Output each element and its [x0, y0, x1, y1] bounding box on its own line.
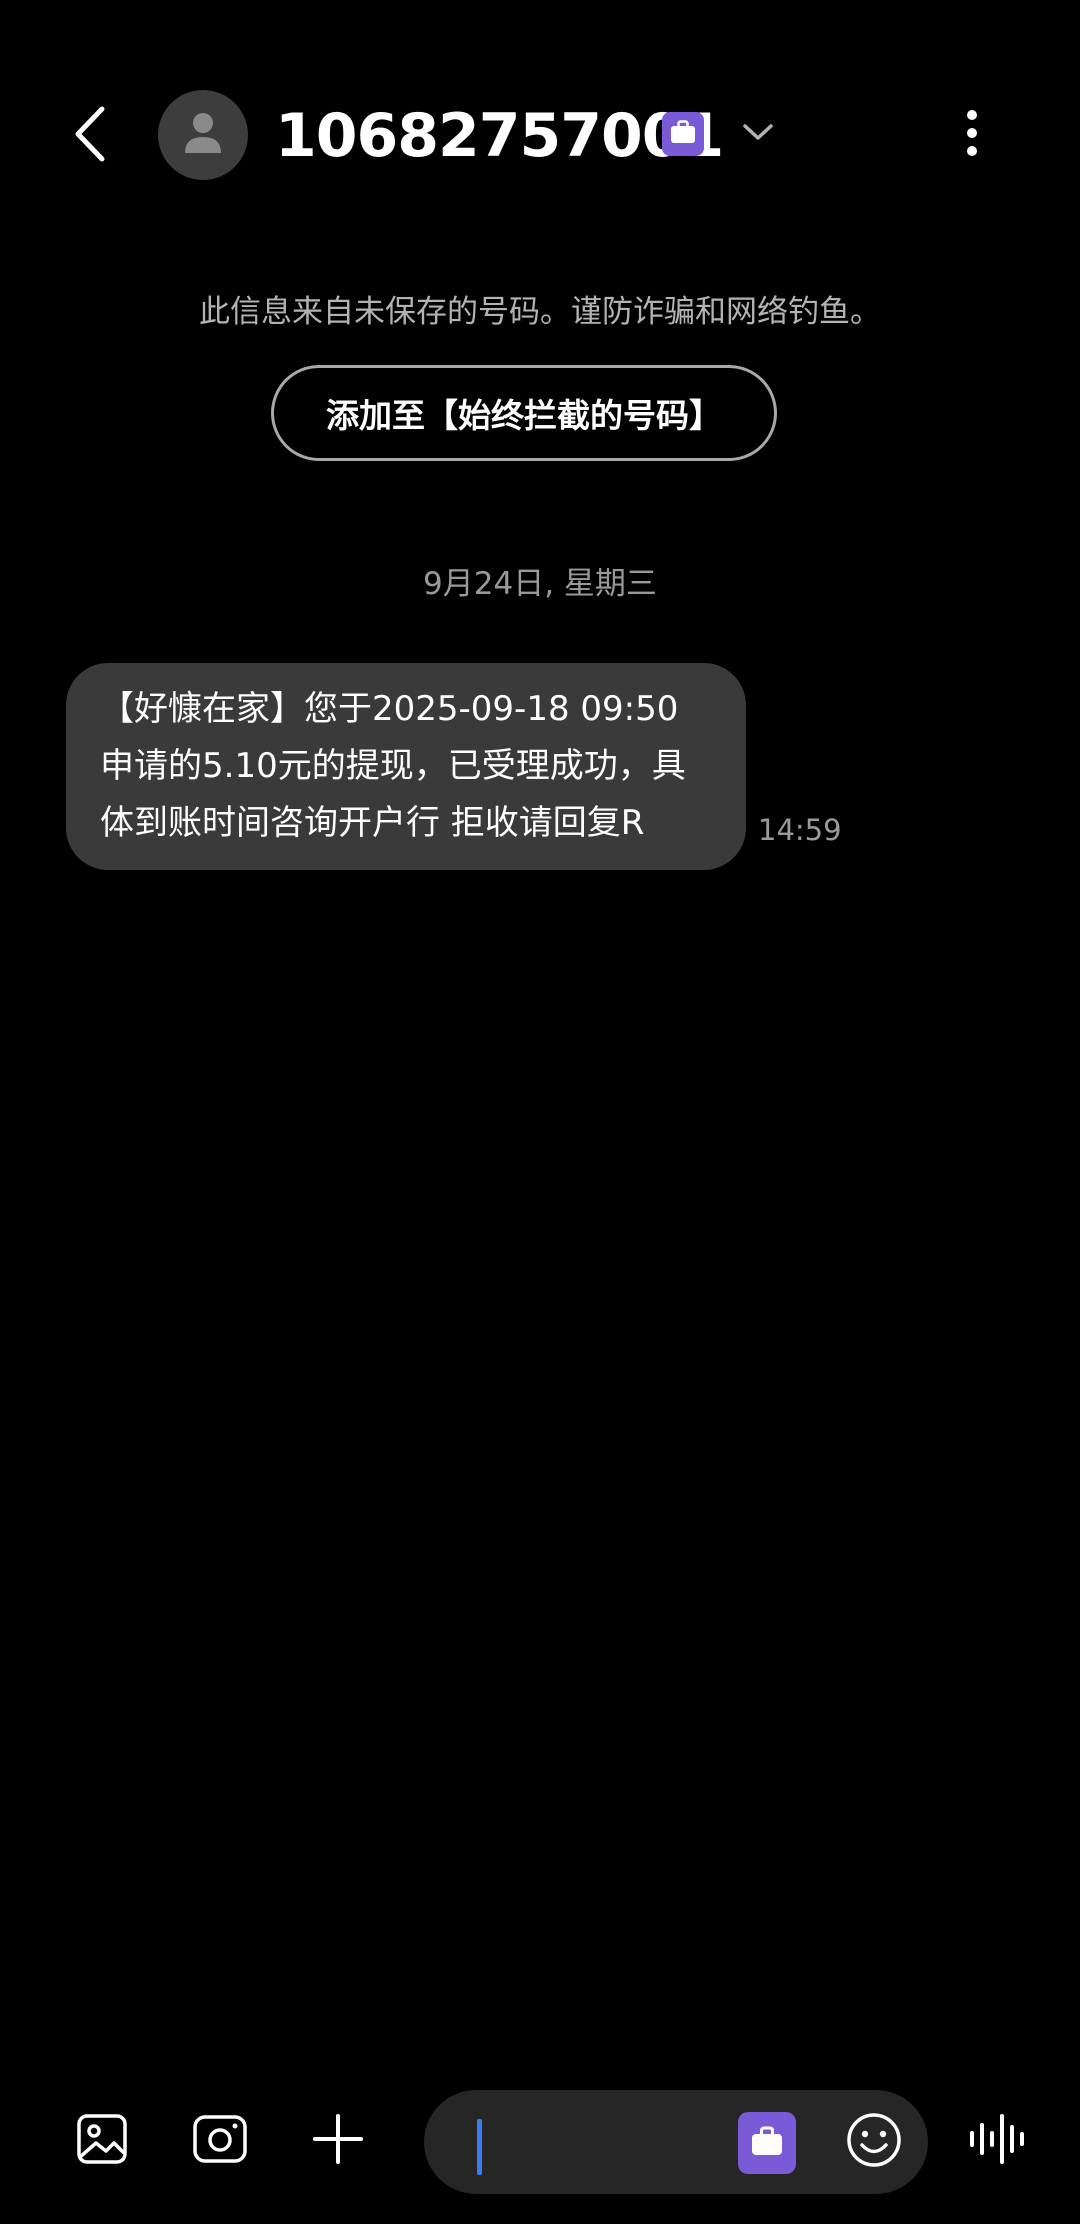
message-input[interactable]: [490, 2110, 734, 2176]
chevron-left-icon: [72, 105, 108, 167]
chevron-down-icon: [742, 122, 774, 146]
person-icon: [183, 111, 223, 159]
app-header: 10682757001: [0, 0, 1080, 270]
voice-wave-icon: [968, 2113, 1028, 2169]
composer-bar: [0, 2086, 1080, 2196]
attach-button[interactable]: [302, 2086, 374, 2196]
expand-contact-button[interactable]: [738, 112, 778, 156]
business-message-button[interactable]: [738, 2112, 796, 2174]
more-vertical-icon: [966, 109, 978, 161]
more-options-button[interactable]: [950, 100, 994, 170]
emoji-button[interactable]: [844, 2112, 904, 2172]
message-bubble[interactable]: 【好慷在家】您于2025-09-18 09:50申请的5.10元的提现，已受理成…: [66, 663, 746, 870]
contact-number[interactable]: 10682757001: [275, 96, 724, 176]
gallery-button[interactable]: [66, 2086, 138, 2196]
camera-icon: [192, 2114, 248, 2168]
unsaved-number-warning: 此信息来自未保存的号码。谨防诈骗和网络钓鱼。: [199, 294, 881, 330]
block-number-button[interactable]: 添加至【始终拦截的号码】: [271, 365, 777, 461]
emoji-icon: [846, 2112, 902, 2172]
message-time: 14:59: [758, 813, 842, 847]
plus-icon: [312, 2113, 364, 2169]
camera-button[interactable]: [184, 2086, 256, 2196]
avatar[interactable]: [158, 90, 248, 180]
briefcase-icon: [670, 120, 696, 148]
back-button[interactable]: [60, 100, 120, 172]
briefcase-icon: [751, 2126, 783, 2160]
date-separator: 9月24日, 星期三: [423, 566, 657, 602]
message-input-container[interactable]: [424, 2090, 928, 2194]
voice-record-button[interactable]: [962, 2086, 1034, 2196]
image-icon: [76, 2113, 128, 2169]
text-cursor: [477, 2119, 482, 2175]
business-badge: [662, 112, 704, 156]
